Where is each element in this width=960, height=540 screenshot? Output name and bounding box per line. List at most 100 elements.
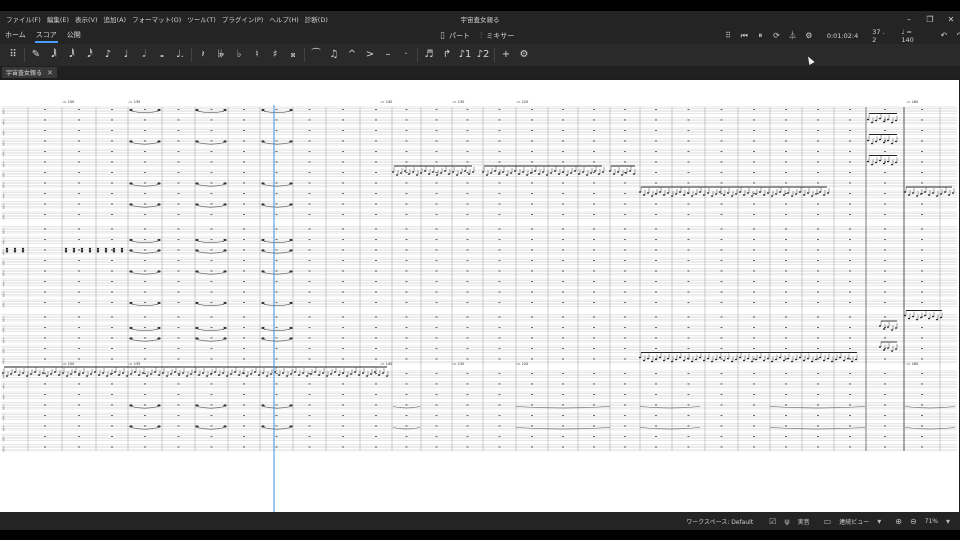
workspace-label[interactable]: ワークスペース: Default	[686, 517, 753, 526]
zoom-out-icon[interactable]: ⊖	[910, 517, 917, 526]
sharp-icon[interactable]: ♯	[266, 44, 284, 66]
menu-item-2[interactable]: 表示(V)	[72, 14, 101, 24]
pencil-icon[interactable]: ✎	[27, 44, 45, 66]
parts-button[interactable]: ▯ パート	[440, 31, 470, 41]
clef-icon: 𝄞	[2, 150, 5, 157]
whole-rest	[817, 348, 819, 349]
whole-rest	[308, 446, 311, 448]
melody-note	[269, 373, 273, 375]
zoom-dropdown-icon[interactable]: ▾	[946, 517, 950, 526]
accent-icon[interactable]: >	[361, 44, 379, 66]
whole-note-icon[interactable]: 𝅝	[153, 44, 171, 66]
add-icon[interactable]: +	[497, 44, 515, 66]
grip-icon[interactable]: ⠿	[724, 31, 732, 40]
whole-rest	[531, 358, 533, 360]
melody-note	[341, 372, 345, 374]
whole-rest	[498, 348, 501, 349]
whole-rest	[210, 327, 213, 328]
16th-note-icon[interactable]: 𝅘𝅥𝅰	[81, 44, 99, 66]
document-tab[interactable]: 宇宙査女親る ✕	[2, 67, 57, 78]
marcato-icon[interactable]: ^	[343, 44, 361, 66]
rest-icon[interactable]: 𝄽	[194, 44, 212, 66]
close-icon[interactable]: ✕	[946, 15, 956, 24]
chord-note	[13, 247, 17, 250]
whole-rest	[720, 302, 723, 303]
whole-rest	[375, 316, 377, 318]
settings-icon[interactable]: ⚙	[515, 44, 533, 66]
grip-icon[interactable]: ⠿	[4, 44, 22, 66]
whole-rest	[177, 239, 180, 240]
slur-icon[interactable]: ♫	[325, 44, 343, 66]
zoom-in-icon[interactable]: ⊕	[895, 517, 902, 526]
tuplet-icon[interactable]: ♬	[420, 44, 438, 66]
mixer-button[interactable]: ⫶ ミキサー	[480, 31, 514, 41]
whole-rest	[177, 140, 180, 142]
loop-icon[interactable]: ⟳	[772, 31, 780, 40]
score-canvas[interactable]: 𝄞 𝄞 𝄞 𝄞 𝄞 𝄞 𝄞 𝄞 𝄞 𝄞 𝄞 𝄞 𝄞 𝄞 𝄞 𝄞 𝄞 𝄞 𝄞 𝄞 𝄞 𝄞 𝄞 𝄞 𝄞 𝄞 𝄞 𝄞 𝄞 𝄞 𝄞 𝄞 ♩= 150 ♩=…	[0, 80, 959, 512]
whole-rest	[687, 436, 690, 437]
playback-settings-icon[interactable]: ⚙	[805, 31, 813, 40]
note-head	[223, 238, 227, 242]
dot-icon[interactable]: ♩.	[171, 44, 189, 66]
melody-note	[742, 359, 746, 362]
note-head	[261, 270, 265, 273]
menu-item-6[interactable]: プラグイン(P)	[219, 14, 267, 24]
zoom-level[interactable]: 71%	[925, 518, 938, 525]
concert-pitch-checkbox-icon[interactable]: ☑	[769, 517, 776, 526]
minimize-icon[interactable]: –	[904, 15, 914, 24]
play-icon[interactable]: ⏸	[756, 31, 764, 41]
melody-note	[919, 193, 923, 195]
chord-note	[104, 247, 108, 250]
close-tab-icon[interactable]: ✕	[47, 69, 53, 77]
32nd-note-icon[interactable]: 𝅘𝅥𝅱	[63, 44, 81, 66]
melody-note	[253, 371, 257, 373]
voice-1-icon[interactable]: ♪1	[456, 44, 474, 66]
quarter-note-icon[interactable]: ♩	[117, 44, 135, 66]
melody-note	[894, 140, 898, 143]
64th-note-icon[interactable]: 𝅘𝅥𝅲	[45, 44, 63, 66]
menu-item-3[interactable]: 追加(A)	[101, 14, 130, 24]
whole-rest	[275, 172, 278, 173]
menu-item-4[interactable]: フォーマット(O)	[129, 14, 184, 24]
flat-icon[interactable]: ♭	[230, 44, 248, 66]
menu-item-8[interactable]: 診断(D)	[302, 14, 331, 24]
melody-note	[225, 375, 229, 377]
melody-note	[818, 356, 822, 359]
melody-note	[197, 374, 201, 376]
tab-home[interactable]: ホーム	[0, 27, 31, 44]
half-note-icon[interactable]: 𝅗𝅥	[135, 44, 153, 66]
menu-item-5[interactable]: ツール(T)	[184, 14, 219, 24]
score-sheet[interactable]: 𝄞𝄞𝄞𝄞𝄞𝄞𝄞𝄞𝄞𝄞𝄞𝄞𝄞𝄞𝄞𝄞𝄞𝄞𝄞𝄞𝄞𝄞𝄞𝄞𝄞𝄞𝄞𝄞𝄞𝄞𝄞𝄞♩= 150 ♩=…	[0, 80, 959, 512]
concert-pitch-label[interactable]: 実音	[798, 517, 810, 526]
tab-score[interactable]: スコア	[31, 27, 62, 44]
double-flat-icon[interactable]: 𝄫	[212, 44, 230, 66]
menu-item-7[interactable]: ヘルプ(H)	[266, 14, 301, 24]
eighth-note-icon[interactable]: ♪	[99, 44, 117, 66]
double-sharp-icon[interactable]: 𝄪	[284, 44, 302, 66]
natural-icon[interactable]: ♮	[248, 44, 266, 66]
whole-rest	[498, 151, 501, 152]
melody-note	[638, 356, 642, 359]
melody-note	[690, 195, 694, 197]
redo-icon[interactable]: ↷	[956, 31, 960, 40]
whole-rest	[177, 436, 180, 437]
tie-icon[interactable]: ⁀	[307, 44, 325, 66]
undo-icon[interactable]: ↶	[940, 31, 948, 40]
metronome-icon[interactable]: ⏃	[789, 30, 797, 41]
whole-rest	[921, 228, 923, 230]
tenuto-icon[interactable]: –	[379, 44, 397, 66]
maximize-icon[interactable]: ❐	[925, 15, 935, 24]
whole-rest	[624, 119, 626, 121]
chevron-down-icon[interactable]: ▾	[877, 517, 881, 526]
view-mode-select[interactable]: 連続ビュー	[839, 517, 869, 526]
voice-2-icon[interactable]: ♪2	[474, 44, 492, 66]
flip-icon[interactable]: ↱	[438, 44, 456, 66]
note-head	[289, 108, 293, 112]
menu-item-1[interactable]: 編集(E)	[44, 14, 72, 24]
whole-rest	[562, 193, 564, 194]
note-head	[223, 203, 227, 206]
tab-publish[interactable]: 公開	[62, 27, 86, 44]
menu-item-0[interactable]: ファイル(F)	[3, 14, 44, 24]
staccato-icon[interactable]: ·	[397, 44, 415, 66]
rewind-icon[interactable]: ⏮	[740, 31, 748, 41]
